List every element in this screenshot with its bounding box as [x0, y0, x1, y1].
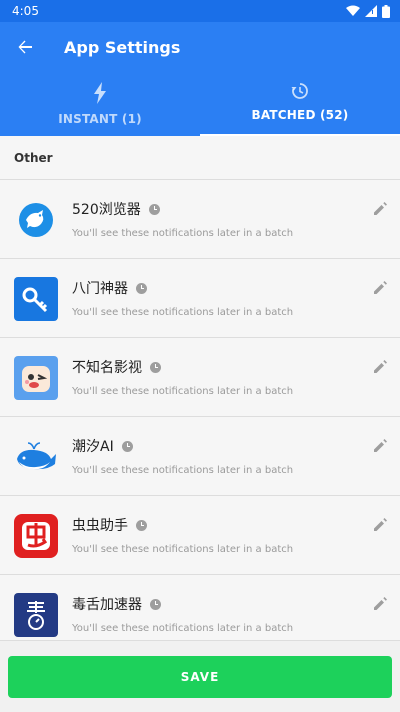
status-bar: 4:05	[0, 0, 400, 22]
app-subtitle: You'll see these notifications later in …	[72, 386, 294, 397]
app-bar: App Settings	[0, 22, 400, 72]
section-header: Other	[0, 136, 400, 180]
app-subtitle: You'll see these notifications later in …	[72, 623, 294, 634]
app-name: 八门神器	[72, 281, 128, 297]
history-icon	[291, 83, 308, 99]
key-app-icon	[14, 277, 58, 321]
list-item[interactable]: 潮汐AI You'll see these notifications late…	[0, 417, 400, 496]
app-name: 不知名影视	[72, 360, 142, 376]
edit-icon[interactable]	[372, 517, 388, 533]
signal-icon	[365, 5, 377, 17]
clock-icon	[136, 519, 147, 531]
bug-app-icon	[14, 514, 58, 558]
tab-instant-label: INSTANT (1)	[58, 112, 142, 126]
app-name: 毒舌加速器	[72, 597, 142, 613]
app-subtitle: You'll see these notifications later in …	[72, 228, 294, 239]
edit-icon[interactable]	[372, 359, 388, 375]
app-subtitle: You'll see these notifications later in …	[72, 465, 294, 476]
app-list: 520浏览器 You'll see these notifications la…	[0, 180, 400, 654]
status-icons	[346, 4, 390, 18]
clock-icon	[150, 361, 161, 373]
tab-bar: INSTANT (1) BATCHED (52)	[0, 72, 400, 136]
clock-icon	[136, 282, 147, 294]
save-button[interactable]: SAVE	[8, 656, 392, 698]
save-bar: SAVE	[0, 640, 400, 712]
wifi-icon	[346, 5, 360, 16]
cartoon-app-icon	[14, 356, 58, 400]
list-item[interactable]: 八门神器 You'll see these notifications late…	[0, 259, 400, 338]
bird-app-icon	[14, 198, 58, 242]
edit-icon[interactable]	[372, 596, 388, 612]
list-item[interactable]: 虫虫助手 You'll see these notifications late…	[0, 496, 400, 575]
page-title: App Settings	[64, 37, 181, 57]
app-subtitle: You'll see these notifications later in …	[72, 544, 294, 555]
whale-app-icon	[14, 435, 58, 479]
app-subtitle: You'll see these notifications later in …	[72, 307, 294, 318]
tab-batched[interactable]: BATCHED (52)	[200, 72, 400, 136]
edit-icon[interactable]	[372, 280, 388, 296]
edit-icon[interactable]	[372, 201, 388, 217]
list-item[interactable]: 不知名影视 You'll see these notifications lat…	[0, 338, 400, 417]
tab-instant[interactable]: INSTANT (1)	[0, 72, 200, 136]
edit-icon[interactable]	[372, 438, 388, 454]
timer-app-icon	[14, 593, 58, 637]
arrow-back-icon	[18, 40, 32, 54]
clock-icon	[121, 440, 133, 452]
app-name: 520浏览器	[72, 202, 141, 218]
list-item[interactable]: 520浏览器 You'll see these notifications la…	[0, 180, 400, 259]
tab-batched-label: BATCHED (52)	[251, 108, 349, 122]
lightning-icon	[94, 82, 106, 104]
back-button[interactable]	[0, 22, 50, 72]
clock-icon	[150, 598, 161, 610]
status-time: 4:05	[12, 4, 39, 18]
app-name: 潮汐AI	[72, 439, 114, 455]
battery-icon	[382, 4, 390, 18]
clock-icon	[148, 203, 160, 215]
app-name: 虫虫助手	[72, 518, 128, 534]
